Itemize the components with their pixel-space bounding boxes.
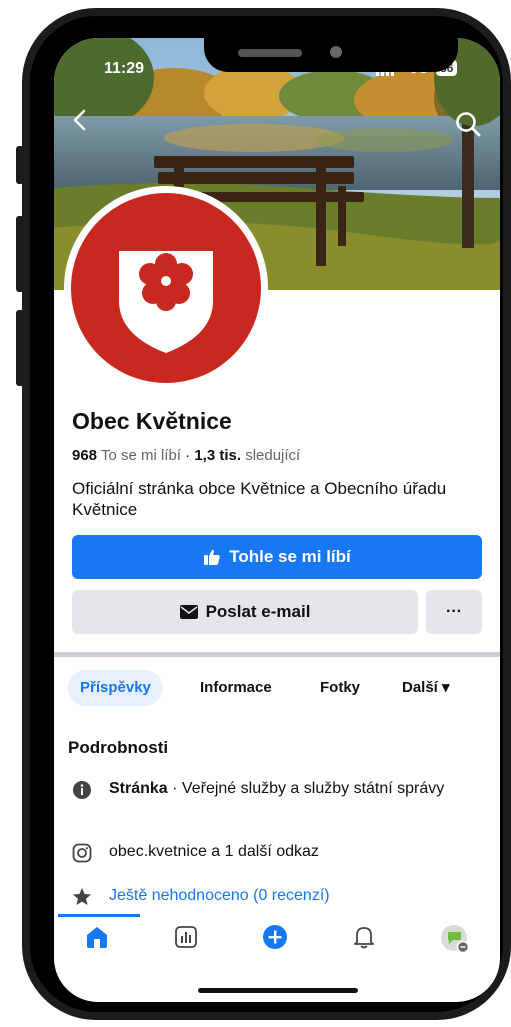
rating-row[interactable]: Ještě nehodnoceno (0 recenzí)	[68, 885, 488, 909]
tab-posts[interactable]: Příspěvky	[68, 670, 163, 706]
screen: 11:29 5G 86	[54, 38, 500, 1002]
send-email-label: Poslat e-mail	[205, 602, 311, 621]
status-time: 11:29	[104, 60, 145, 77]
instagram-link[interactable]: obec.kvetnice a 1 další odkaz	[109, 841, 469, 862]
star-icon	[72, 887, 92, 913]
profile-icon[interactable]	[440, 924, 470, 959]
like-button-label: Tohle se mi líbí	[229, 547, 351, 566]
details-heading: Podrobnosti	[68, 738, 169, 757]
home-icon[interactable]	[84, 924, 110, 955]
back-arrow-icon[interactable]	[70, 108, 92, 137]
home-indicator[interactable]	[198, 988, 358, 993]
instagram-icon	[72, 843, 92, 869]
dashboard-icon[interactable]	[173, 924, 199, 955]
followers-count: 1,3 tis.	[194, 447, 242, 464]
page-stats: 968 To se mi líbí · 1,3 tis. sledující	[72, 447, 300, 464]
coat-of-arms-logo	[119, 251, 213, 353]
category-type: Stránka	[109, 780, 168, 797]
instagram-link-row[interactable]: obec.kvetnice a 1 další odkaz	[68, 841, 488, 865]
page-category: Stránka · Veřejné služby a služby státní…	[68, 778, 488, 822]
info-icon	[72, 780, 92, 806]
envelope-icon	[179, 605, 198, 619]
profile-picture[interactable]	[64, 186, 268, 390]
tab-about[interactable]: Informace	[200, 670, 272, 706]
front-camera	[330, 46, 342, 58]
likes-count: 968	[72, 447, 98, 464]
rating-link[interactable]: Ještě nehodnoceno (0 recenzí)	[109, 885, 469, 906]
send-email-button[interactable]: Poslat e-mail	[72, 590, 418, 634]
speaker-grille	[238, 49, 302, 57]
followers-label: sledující	[245, 447, 301, 464]
thumbs-up-icon	[204, 549, 220, 565]
search-icon[interactable]	[454, 110, 482, 143]
more-options-button[interactable]: ···	[426, 590, 482, 634]
create-icon[interactable]	[262, 924, 288, 955]
like-page-button[interactable]: Tohle se mi líbí	[72, 535, 482, 579]
page-title: Obec Květnice	[72, 408, 232, 434]
stats-separator: ·	[185, 447, 191, 464]
active-tab-indicator	[58, 914, 140, 917]
page-description: Oficiální stránka obce Květnice a Obecní…	[72, 479, 447, 519]
tab-more[interactable]: Další ▾	[402, 670, 450, 706]
tab-photos[interactable]: Fotky	[320, 670, 360, 706]
section-divider	[54, 652, 500, 657]
notifications-icon[interactable]	[351, 924, 377, 955]
category-description: · Veřejné služby a služby státní správy	[167, 780, 445, 797]
likes-label: To se mi líbí	[100, 447, 181, 464]
